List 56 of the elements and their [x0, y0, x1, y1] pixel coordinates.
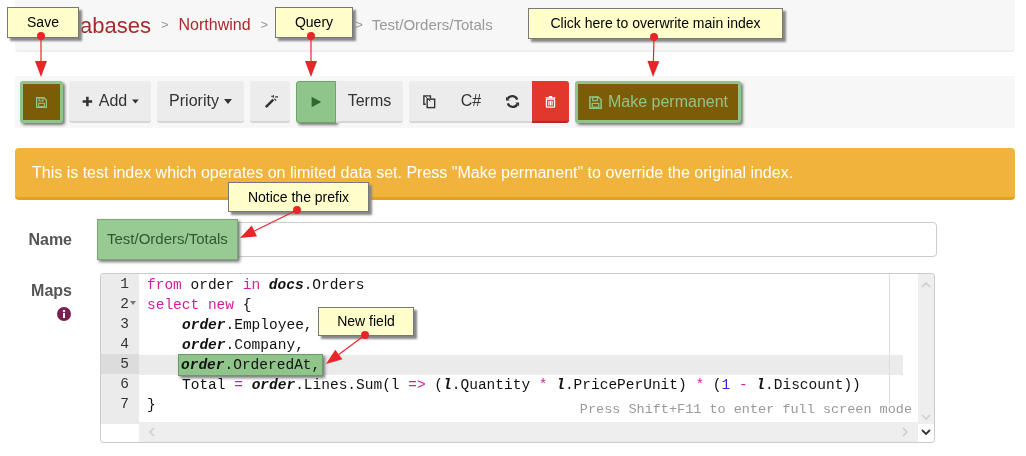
code-line: from order in docs.Orders [147, 276, 365, 295]
line-number: 6 [119, 375, 129, 394]
copy-button[interactable] [409, 81, 449, 123]
copy-icon [421, 93, 437, 109]
breadcrumb-separator: > [260, 16, 269, 35]
callout-note: Notice the prefix [228, 182, 369, 212]
code-line: order.Company, [182, 336, 304, 355]
wand-button[interactable] [250, 81, 290, 123]
trash-icon [544, 93, 557, 109]
add-button[interactable]: Add [69, 81, 151, 123]
info-icon[interactable] [57, 307, 71, 321]
leader-arrow [240, 206, 301, 238]
floppy-icon [35, 94, 48, 110]
name-field[interactable]: Test/Orders/Totals [100, 222, 937, 257]
callout-note: Click here to overwrite main index [528, 8, 783, 39]
priority-button[interactable]: Priority [157, 81, 244, 123]
fold-icon[interactable] [130, 301, 136, 305]
field-label: Maps [31, 281, 72, 301]
line-number: 5 [119, 355, 129, 374]
line-number: 3 [119, 315, 129, 334]
editor-hint: Press Shift+F11 to enter full screen mode [579, 400, 912, 419]
callout-note: Query [275, 7, 353, 38]
magic-wand-icon [262, 93, 278, 109]
leader-arrow [305, 32, 317, 77]
caret-icon [223, 98, 232, 104]
leader-arrow [35, 32, 47, 77]
terms-button[interactable]: Terms [336, 81, 403, 123]
line-number: 4 [119, 335, 129, 354]
leader-arrow [326, 331, 369, 364]
breadcrumb-separator: > [355, 16, 363, 35]
line-number: 7 [119, 395, 129, 414]
run-button[interactable] [296, 81, 336, 123]
code-line: } [147, 396, 156, 415]
callout-note: Save [7, 7, 79, 38]
line-number: 2 [119, 295, 129, 314]
expand-icon[interactable] [921, 428, 931, 436]
save-button[interactable] [20, 81, 63, 123]
line-number: 1 [119, 275, 129, 294]
refresh-button[interactable] [493, 81, 532, 123]
leader-arrow [647, 33, 660, 77]
breadcrumb-current: Test/Orders/Totals [371, 14, 493, 35]
code-line: Total = order.Lines.Sum(l => (l.Quantity * l.PricePerUnit) * (1 - l.Discount)) [182, 376, 861, 395]
code-editor[interactable] [100, 273, 935, 443]
csharp-button[interactable]: C# [449, 81, 493, 123]
floppy-icon [587, 94, 603, 110]
field-label: Name [27, 229, 73, 250]
callout-note: New field [318, 307, 414, 336]
caret-icon [132, 98, 139, 104]
breadcrumb-link[interactable]: Northwind [178, 13, 251, 37]
page-title[interactable]: abases [80, 8, 151, 42]
code-line: select new { [147, 296, 252, 315]
code-line: order.Employee, [182, 316, 313, 335]
play-icon [309, 95, 323, 109]
delete-button[interactable] [532, 81, 569, 123]
breadcrumb-separator: > [160, 16, 169, 35]
refresh-icon [505, 93, 520, 109]
